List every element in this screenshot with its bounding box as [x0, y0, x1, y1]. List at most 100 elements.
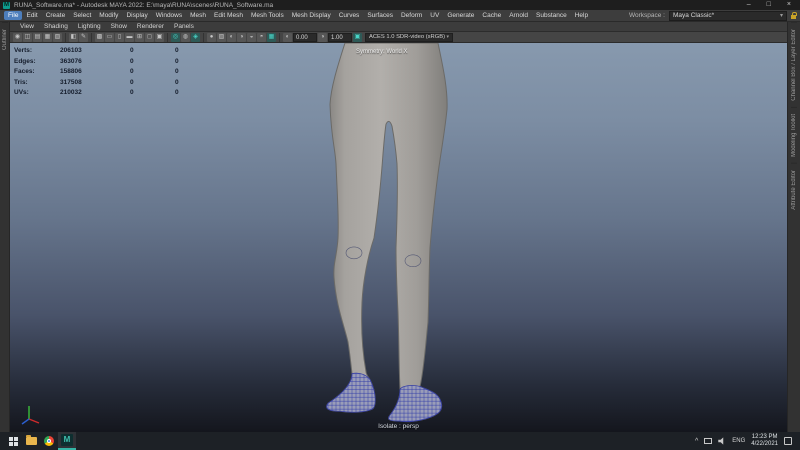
- menu-item[interactable]: Generate: [443, 11, 478, 20]
- hud-row: Faces: 158806 0 0: [14, 67, 220, 78]
- menu-item[interactable]: Display: [122, 11, 151, 20]
- start-button[interactable]: [4, 432, 22, 450]
- lock-camera-icon[interactable]: ◫: [23, 33, 32, 42]
- separator[interactable]: [203, 33, 204, 42]
- language-indicator[interactable]: ENG: [732, 438, 745, 444]
- exposure-field[interactable]: 0.00: [293, 33, 317, 42]
- wireframe-on-shaded-icon[interactable]: ◈: [191, 33, 200, 42]
- right-panel-tab[interactable]: Modeling Toolkit: [791, 107, 797, 163]
- viewport-toolbar: ◉ ◫ ▤ ▦ ▧ ◧ ✎: [10, 32, 787, 43]
- panel-menu-bar: View Shading Lighting Show Renderer Pane…: [10, 22, 787, 32]
- safe-action-icon[interactable]: ◻: [145, 33, 154, 42]
- menu-item[interactable]: File: [4, 11, 22, 20]
- right-panel-tab[interactable]: Channel Box / Layer Editor: [791, 22, 797, 107]
- network-icon[interactable]: [704, 438, 712, 444]
- textured-icon[interactable]: ▨: [217, 33, 226, 42]
- default-material-icon[interactable]: ●: [207, 33, 216, 42]
- motion-blur-icon[interactable]: ◓: [257, 33, 266, 42]
- menu-item[interactable]: Edit Mesh: [210, 11, 247, 20]
- maximize-button[interactable]: □: [767, 0, 771, 10]
- tray-chevron-icon[interactable]: ^: [695, 438, 698, 445]
- exposure-icon[interactable]: ◐: [283, 33, 292, 42]
- minimize-button[interactable]: –: [747, 0, 751, 10]
- shadows-icon[interactable]: ◑: [237, 33, 246, 42]
- menu-item[interactable]: Cache: [478, 11, 505, 20]
- bookmarks-icon[interactable]: ▦: [43, 33, 52, 42]
- grease-pencil-icon[interactable]: ✎: [79, 33, 88, 42]
- menu-item[interactable]: Create: [42, 11, 70, 20]
- gamma-icon[interactable]: ◑: [318, 33, 327, 42]
- view-transform-dropdown[interactable]: ACES 1.0 SDR-video (sRGB) ▾: [365, 33, 453, 42]
- right-panel-tab[interactable]: Attribute Editor: [791, 163, 797, 216]
- menu-item[interactable]: Surfaces: [363, 11, 397, 20]
- menu-item[interactable]: Select: [69, 11, 95, 20]
- film-gate-icon[interactable]: ▭: [105, 33, 114, 42]
- main-menu-bar: File Edit Create Select Modify Display W…: [0, 10, 800, 22]
- maya-window: M RUNA_Software.ma* - Autodesk MAYA 2022…: [0, 0, 800, 432]
- workspace-value: Maya Classic*: [673, 12, 714, 19]
- pan-zoom-icon[interactable]: ◧: [69, 33, 78, 42]
- workspace-dropdown[interactable]: Maya Classic*▾: [669, 11, 787, 21]
- panel-menu-item[interactable]: Lighting: [74, 23, 105, 30]
- viewport-panel: View Shading Lighting Show Renderer Pane…: [10, 22, 787, 432]
- tray-time: 12:23 PM: [751, 434, 778, 441]
- notification-center-icon[interactable]: [784, 437, 792, 445]
- model-legs[interactable]: [10, 43, 787, 432]
- menu-item[interactable]: Windows: [152, 11, 186, 20]
- menu-item[interactable]: Mesh Display: [288, 11, 335, 20]
- menu-item[interactable]: Mesh Tools: [247, 11, 288, 20]
- menu-item[interactable]: Substance: [532, 11, 571, 20]
- maya-taskbar-button[interactable]: M: [58, 432, 76, 450]
- gate-mask-icon[interactable]: ▬: [125, 33, 134, 42]
- panel-menu-item[interactable]: View: [16, 23, 38, 30]
- lock-icon[interactable]: [791, 15, 796, 19]
- menu-item[interactable]: UV: [426, 11, 443, 20]
- lights-icon[interactable]: ◐: [227, 33, 236, 42]
- viewport-3d[interactable]: Verts: 206103 0 0 Edges: 363076 0 0: [10, 43, 787, 432]
- anti-aliasing-icon[interactable]: ▦: [267, 33, 276, 42]
- grid-icon[interactable]: ▩: [95, 33, 104, 42]
- panel-menu-item[interactable]: Show: [107, 23, 131, 30]
- left-panel-tab[interactable]: Outliner: [2, 22, 8, 56]
- gamma-field[interactable]: 1.00: [328, 33, 352, 42]
- menu-item[interactable]: Curves: [335, 11, 364, 20]
- hud-poly-count: Verts: 206103 0 0 Edges: 363076 0 0: [14, 46, 220, 99]
- safe-title-icon[interactable]: ▣: [155, 33, 164, 42]
- menu-item[interactable]: Help: [571, 11, 592, 20]
- separator[interactable]: [91, 33, 92, 42]
- chrome-button[interactable]: [40, 432, 58, 450]
- separator[interactable]: [279, 33, 280, 42]
- separator[interactable]: [167, 33, 168, 42]
- field-chart-icon[interactable]: ⊞: [135, 33, 144, 42]
- chrome-icon: [44, 436, 54, 446]
- close-button[interactable]: ×: [787, 0, 791, 10]
- hud-row: UVs: 210032 0 0: [14, 88, 220, 99]
- isolate-select-icon[interactable]: ◎: [171, 33, 180, 42]
- file-explorer-button[interactable]: [22, 432, 40, 450]
- ambient-occlusion-icon[interactable]: ◒: [247, 33, 256, 42]
- panel-menu-item[interactable]: Panels: [170, 23, 198, 30]
- hud-value: 158806: [60, 67, 130, 78]
- menu-item[interactable]: Edit: [22, 11, 41, 20]
- resolution-gate-icon[interactable]: ▯: [115, 33, 124, 42]
- select-camera-icon[interactable]: ◉: [13, 33, 22, 42]
- hud-selected-count: 0: [130, 67, 175, 78]
- menu-item[interactable]: Arnold: [505, 11, 532, 20]
- panel-menu-item[interactable]: Renderer: [133, 23, 168, 30]
- camera-attributes-icon[interactable]: ▤: [33, 33, 42, 42]
- speaker-icon[interactable]: [718, 437, 726, 445]
- menu-item[interactable]: Modify: [95, 11, 122, 20]
- panel-menu-item[interactable]: Shading: [40, 23, 72, 30]
- separator[interactable]: [65, 33, 66, 42]
- color-management-icon[interactable]: ▣: [353, 33, 362, 42]
- maya-app-icon: M: [3, 2, 10, 9]
- hud-label: UVs:: [14, 88, 60, 99]
- hud-row: Edges: 363076 0 0: [14, 57, 220, 68]
- hud-value: 363076: [60, 57, 130, 68]
- xray-icon[interactable]: ◍: [181, 33, 190, 42]
- menu-item[interactable]: Mesh: [186, 11, 210, 20]
- clock[interactable]: 12:23 PM 4/22/2021: [751, 434, 778, 448]
- menu-item[interactable]: Deform: [397, 11, 426, 20]
- hud-selected-count: 0: [130, 78, 175, 89]
- image-plane-icon[interactable]: ▧: [53, 33, 62, 42]
